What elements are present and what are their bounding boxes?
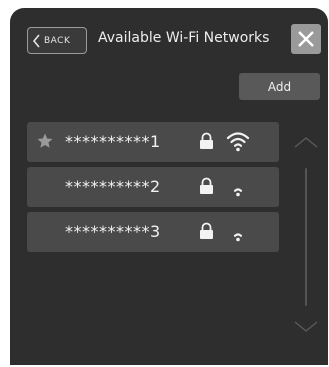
page-title: Available Wi-Fi Networks <box>98 30 270 46</box>
network-list: **********1 **********2 **********3 <box>27 122 279 257</box>
lock-icon <box>200 177 213 194</box>
scroll-down-icon[interactable] <box>293 320 319 334</box>
scroll-up-icon[interactable] <box>293 135 319 149</box>
lock-icon <box>200 132 213 149</box>
back-label: BACK <box>44 35 71 46</box>
close-button[interactable] <box>291 24 321 54</box>
add-label: Add <box>267 79 292 94</box>
network-row[interactable]: **********3 <box>27 212 279 252</box>
wifi-strong-icon <box>226 132 250 152</box>
add-network-button[interactable]: Add <box>239 73 320 100</box>
wifi-weak-icon <box>233 188 243 197</box>
wifi-weak-icon <box>233 233 243 242</box>
network-row[interactable]: **********2 <box>27 167 279 207</box>
network-row[interactable]: **********1 <box>27 122 279 162</box>
network-ssid: **********3 <box>65 222 161 241</box>
scrollbar-track[interactable] <box>305 168 307 306</box>
back-button[interactable]: BACK <box>27 27 87 54</box>
close-icon <box>298 31 314 47</box>
network-ssid: **********2 <box>65 177 161 196</box>
wifi-networks-screen: BACK Available Wi-Fi Networks Add ******… <box>10 8 328 365</box>
network-ssid: **********1 <box>65 132 161 151</box>
lock-icon <box>200 222 213 239</box>
star-icon <box>37 133 53 148</box>
chevron-left-icon <box>32 33 40 48</box>
